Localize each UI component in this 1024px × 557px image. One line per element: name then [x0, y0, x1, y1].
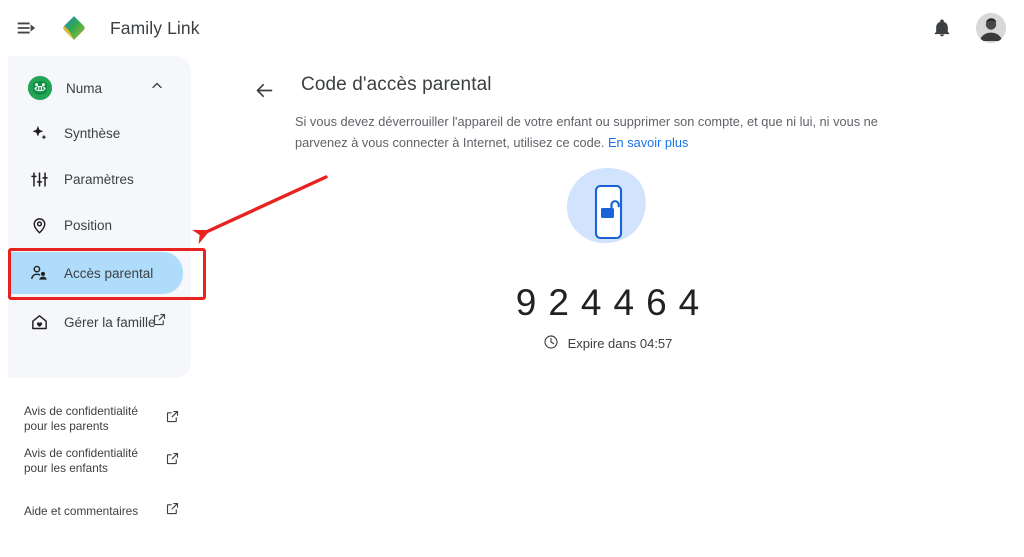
- sidebar-footer-links: Avis de confidentialité pour les parents…: [8, 398, 198, 532]
- expiry-text: Expire dans 04:57: [567, 336, 673, 351]
- brand[interactable]: Family Link: [60, 14, 200, 42]
- footer-link-label: Avis de confidentialité pour les enfants: [24, 446, 138, 475]
- footer-link-label: Aide et commentaires: [24, 503, 139, 518]
- learn-more-link[interactable]: En savoir plus: [608, 135, 688, 150]
- main-content: Code d'accès parental Si vous devez déve…: [191, 56, 1024, 557]
- sidebar-item-synthese[interactable]: Synthèse: [8, 113, 183, 153]
- sidebar-item-label: Accès parental: [64, 265, 154, 281]
- sidebar-item-parametres[interactable]: Paramètres: [8, 159, 183, 199]
- menu-open-icon[interactable]: [8, 10, 44, 46]
- page-description: Si vous devez déverrouiller l'appareil d…: [295, 111, 907, 153]
- sidebar-account-numa[interactable]: Numa: [8, 66, 183, 110]
- notifications-bell-icon[interactable]: [924, 10, 960, 46]
- app-title: Family Link: [110, 17, 200, 38]
- child-avatar-green: [28, 76, 52, 100]
- page-title: Code d'accès parental: [301, 74, 492, 95]
- top-bar-actions: [924, 10, 1006, 46]
- external-link-icon[interactable]: [165, 501, 180, 521]
- page-description-text: Si vous devez déverrouiller l'appareil d…: [295, 114, 878, 150]
- app-root: Family Link Numa Synthèse Paramètres Pos…: [0, 0, 1024, 557]
- external-link-icon[interactable]: [165, 409, 180, 429]
- arrow-back-icon[interactable]: [247, 73, 281, 107]
- phone-unlock-illustration: [560, 166, 656, 258]
- footer-link-help-feedback[interactable]: Aide et commentaires: [8, 490, 198, 532]
- location-pin-icon: [28, 214, 50, 236]
- chevron-up-icon[interactable]: [149, 78, 165, 99]
- parental-code-block: 924464 Expire dans 04:57: [191, 166, 1024, 353]
- sidebar-item-acces-parental[interactable]: Accès parental: [8, 252, 183, 294]
- sidebar-item-label: Paramètres: [64, 171, 134, 187]
- sidebar-item-position[interactable]: Position: [8, 205, 183, 245]
- sidebar: Numa Synthèse Paramètres Position Accès …: [8, 56, 191, 378]
- supervised-user-icon: [28, 262, 50, 284]
- sidebar-item-label: Position: [64, 217, 113, 233]
- external-link-icon[interactable]: [165, 451, 180, 471]
- footer-link-privacy-parents[interactable]: Avis de confidentialité pour les parents: [8, 398, 198, 440]
- top-app-bar: Family Link: [0, 0, 1024, 56]
- footer-link-privacy-children[interactable]: Avis de confidentialité pour les enfants: [8, 440, 198, 482]
- sidebar-item-gerer-la-famille[interactable]: Gérer la famille: [8, 302, 183, 342]
- parental-access-code: 924464: [515, 282, 712, 323]
- footer-link-label: Avis de confidentialité pour les parents: [24, 404, 138, 433]
- home-heart-icon: [28, 311, 50, 333]
- sidebar-item-label: Gérer la famille: [64, 314, 156, 330]
- sparkle-icon: [28, 122, 50, 144]
- clock-icon: [543, 334, 559, 353]
- avatar[interactable]: [976, 13, 1006, 43]
- sidebar-account-name: Numa: [66, 80, 103, 96]
- external-link-icon[interactable]: [152, 312, 167, 332]
- code-expiry: Expire dans 04:57: [543, 334, 673, 353]
- tune-sliders-icon: [28, 168, 50, 190]
- family-link-diamond-logo: [60, 14, 88, 42]
- sidebar-item-label: Synthèse: [64, 125, 121, 141]
